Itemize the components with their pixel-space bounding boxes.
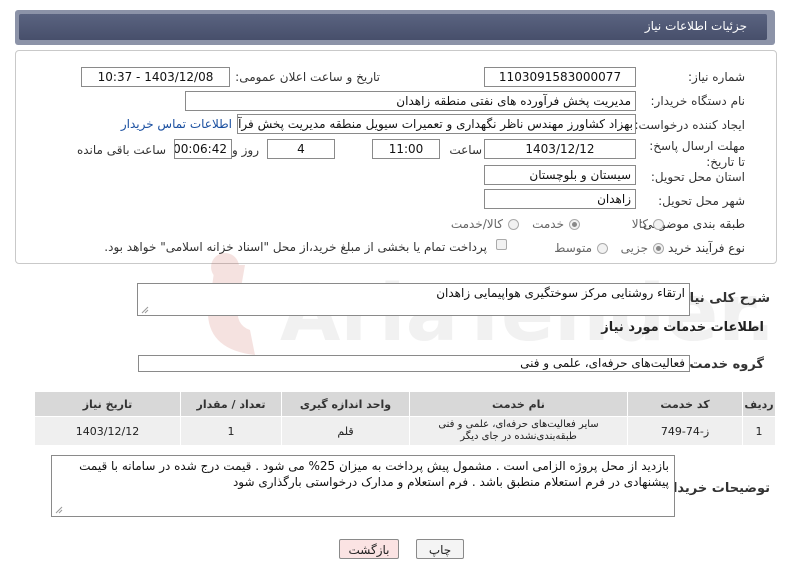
back-button[interactable]: بازگشت [339,539,399,559]
col-qty-header: تعداد / مقدار [180,391,282,417]
category-goods-service-radio[interactable] [508,219,519,230]
requester-field: بهزاد کشاورز مهندس ناظر نگهداری و تعمیرا… [237,114,636,134]
purchase-type-label: نوع فرآیند خرید : [660,241,745,255]
remaining-time-label: ساعت باقی مانده [76,143,166,157]
category-service-label: خدمت [532,217,564,231]
summary-label: شرح کلی نیاز: [676,291,770,306]
category-goods-label: کالا [631,217,648,231]
resize-handle-icon[interactable] [55,506,63,514]
resize-handle-icon[interactable] [141,306,149,314]
announce-datetime-field: 1403/12/08 - 10:37 [81,67,230,87]
header-inner: جزئیات اطلاعات نیاز [19,14,767,40]
cell-quantity: 1 [180,416,282,446]
deadline-label: مهلت ارسال پاسخ: تا تاریخ: [649,139,745,169]
cell-row-number: 1 [742,416,776,446]
purchase-minor-label: جزیی [620,241,648,255]
deadline-date-field: 1403/12/12 [484,139,636,159]
table-header-row: ردیف کد خدمت نام خدمت واحد اندازه گیری ت… [34,391,776,417]
services-section-title: اطلاعات خدمات مورد نیاز [601,320,764,335]
city-label: شهر محل تحویل: [658,194,745,208]
purchase-minor-radio[interactable] [653,243,664,254]
col-unit-header: واحد اندازه گیری [281,391,410,417]
col-date-header: تاریخ نیاز [34,391,181,417]
buyer-contact-link[interactable]: اطلاعات تماس خریدار [121,117,232,131]
print-button[interactable]: چاپ [416,539,464,559]
col-row-header: ردیف [742,391,776,417]
city-field: زاهدان [484,189,636,209]
remaining-days-field: 4 [267,139,335,159]
header-bar: جزئیات اطلاعات نیاز [15,10,775,45]
treasury-payment-checkbox[interactable] [496,239,507,250]
table-row: 1 ز-74-749 سایر فعالیت‌های حرفه‌ای، علمی… [34,416,776,446]
need-number-field: 1103091583000077 [484,67,636,87]
col-name-header: نام خدمت [409,391,628,417]
need-number-label: شماره نیاز: [688,70,745,84]
purchase-medium-radio[interactable] [597,243,608,254]
remaining-days-label: روز و [232,143,259,157]
buyer-org-label: نام دستگاه خریدار: [650,94,746,108]
page-title: جزئیات اطلاعات نیاز [644,19,747,33]
buyer-notes-label: توضیحات خریدار: [660,481,770,496]
cell-unit: قلم [281,416,410,446]
deadline-time-field: 11:00 [372,139,440,159]
cell-need-date: 1403/12/12 [34,416,181,446]
treasury-payment-note: پرداخت تمام یا بخشی از مبلغ خرید،از محل … [104,240,487,254]
buyer-org-field: مدیریت پخش فرآورده های نفتی منطقه زاهدان [185,91,636,111]
buyer-notes-field: بازدید از محل پروژه الزامی است . مشمول پ… [51,455,675,517]
category-goods-service-label: کالا/خدمت [450,217,503,231]
province-field: سیستان و بلوچستان [484,165,636,185]
announce-datetime-label: تاریخ و ساعت اعلان عمومی: [235,70,380,84]
cell-service-code: ز-74-749 [627,416,743,446]
service-group-label: گروه خدمت: [684,357,764,372]
deadline-time-label: ساعت [449,143,482,157]
remaining-time-field: 00:06:42 [174,139,232,159]
purchase-medium-label: متوسط [554,241,592,255]
col-code-header: کد خدمت [627,391,743,417]
requester-label: ایجاد کننده درخواست: [634,118,745,132]
cell-service-name: سایر فعالیت‌های حرفه‌ای، علمی و فنی طبقه… [409,416,628,446]
category-goods-radio[interactable] [653,219,664,230]
summary-field: ارتقاء روشنایی مرکز سوختگیری هواپیمایی ز… [137,283,690,316]
service-group-field: فعالیت‌های حرفه‌ای، علمی و فنی [138,355,690,372]
services-table: ردیف کد خدمت نام خدمت واحد اندازه گیری ت… [34,391,776,446]
category-service-radio[interactable] [569,219,580,230]
province-label: استان محل تحویل: [650,170,745,184]
